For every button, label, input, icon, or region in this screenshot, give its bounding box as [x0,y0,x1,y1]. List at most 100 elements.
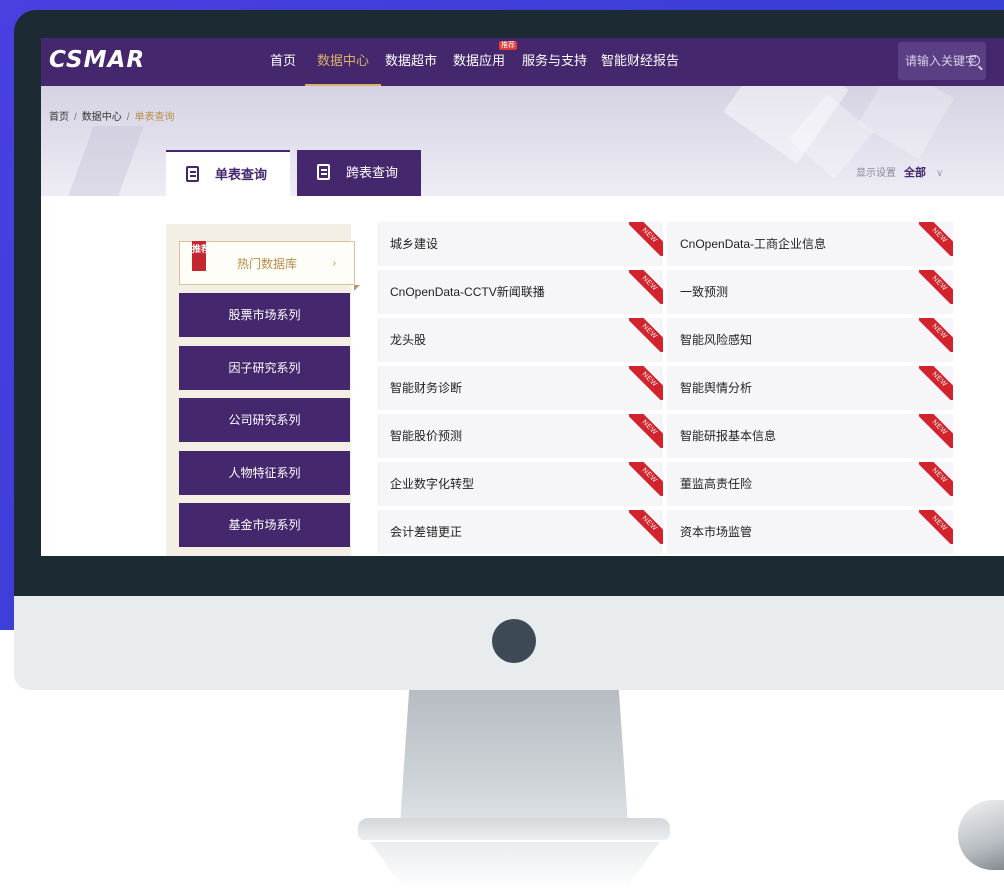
dataset-name: 龙头股 [390,333,427,347]
nav-item-data-market[interactable]: 数据超市 [385,38,437,86]
dataset-name: 智能研报基本信息 [680,429,777,443]
new-ribbon-label: NEW [919,414,953,448]
dataset-card[interactable]: 资本市场监管 NEW [667,510,953,554]
screen: CSMAR 首页 数据中心 数据超市 数据应用 推荐 服务与支持 智能财经报告 … [41,38,1004,556]
new-ribbon: NEW [919,462,953,496]
nav-item-data-center[interactable]: 数据中心 [305,38,382,86]
nav-item-service[interactable]: 服务与支持 [522,38,587,86]
nav-item-finance-report[interactable]: 智能财经报告 [601,38,679,86]
search-input[interactable]: 请输入关键字 [898,42,986,80]
new-ribbon: NEW [919,510,953,544]
new-ribbon-label: NEW [629,318,663,352]
dataset-name: 董监高责任险 [680,477,753,491]
category-hot-label: 热门数据库 [236,257,297,271]
new-ribbon: NEW [629,318,663,352]
new-ribbon: NEW [629,270,663,304]
new-ribbon-label: NEW [629,270,663,304]
new-ribbon: NEW [919,318,953,352]
recommend-badge: 推荐 [499,41,517,50]
new-ribbon-label: NEW [919,222,953,256]
dataset-name: 智能财务诊断 [390,381,463,395]
document-search-icon [317,164,330,180]
category-sidebar: 推荐 热门数据库 › 股票市场系列 因子研究系列 公司研究系列 人物特征系列 基… [166,224,360,556]
dataset-card[interactable]: 董监高责任险 NEW [667,462,953,506]
new-ribbon-label: NEW [629,462,663,496]
category-item[interactable]: 股票市场系列 [179,293,350,337]
display-setting-label: 显示设置 [856,168,896,179]
breadcrumb-separator: / [126,112,130,123]
dataset-card[interactable]: 智能研报基本信息 NEW [667,414,953,458]
dataset-card[interactable]: CnOpenData-工商企业信息 NEW [667,222,953,266]
dataset-name: 一致预测 [680,285,729,299]
badge-fold [354,285,360,291]
monitor-stand [400,690,628,824]
dataset-card[interactable]: 智能风险感知 NEW [667,318,953,362]
display-setting-value: 全部 [904,167,926,179]
breadcrumb-data-center[interactable]: 数据中心 [82,112,122,123]
banner-decoration [858,86,954,159]
new-ribbon: NEW [629,366,663,400]
new-ribbon: NEW [629,462,663,496]
display-setting-dropdown[interactable]: 显示设置 全部 ∨ [856,164,943,180]
dataset-name: 智能风险感知 [680,333,753,347]
new-ribbon-label: NEW [629,414,663,448]
category-item[interactable]: 基金市场系列 [179,503,350,547]
nav-item-data-application[interactable]: 数据应用 [453,38,505,86]
csmar-logo[interactable]: CSMAR [49,47,145,73]
breadcrumb-separator: / [74,112,77,123]
dataset-card[interactable]: CnOpenData-CCTV新闻联播 NEW [377,270,663,314]
dataset-card[interactable]: 一致预测 NEW [667,270,953,314]
chevron-right-icon: › [332,258,336,269]
dataset-card[interactable]: 企业数字化转型 NEW [377,462,663,506]
new-ribbon-label: NEW [919,318,953,352]
dataset-card[interactable]: 龙头股 NEW [377,318,663,362]
dataset-name: 智能舆情分析 [680,381,753,395]
new-ribbon: NEW [629,414,663,448]
chevron-down-icon: ∨ [936,168,944,179]
tab-single-query[interactable]: 单表查询 [166,150,290,196]
new-ribbon: NEW [629,510,663,544]
dataset-card[interactable]: 智能舆情分析 NEW [667,366,953,410]
dataset-card[interactable]: 会计差错更正 NEW [377,510,663,554]
new-ribbon: NEW [919,414,953,448]
category-item[interactable]: 人物特征系列 [179,451,350,495]
tab-cross-query[interactable]: 跨表查询 [297,150,421,196]
new-ribbon: NEW [919,366,953,400]
new-ribbon-label: NEW [629,222,663,256]
new-ribbon-label: NEW [919,462,953,496]
dataset-name: 会计差错更正 [390,525,463,539]
stand-reflection [370,842,660,890]
new-ribbon-label: NEW [629,510,663,544]
monitor-logo-dot [492,619,536,663]
dataset-name: 企业数字化转型 [390,477,475,491]
search-placeholder: 请输入关键字 [905,54,978,68]
breadcrumb-home[interactable]: 首页 [49,112,69,123]
dataset-card[interactable]: 城乡建设 NEW [377,222,663,266]
dataset-name: CnOpenData-CCTV新闻联播 [390,285,545,299]
search-icon[interactable] [969,55,980,66]
nav-item-home[interactable]: 首页 [270,38,296,86]
new-ribbon: NEW [919,222,953,256]
new-ribbon-label: NEW [919,366,953,400]
recommend-badge: 推荐 [192,241,210,271]
dataset-card[interactable]: 智能股价预测 NEW [377,414,663,458]
new-ribbon: NEW [629,222,663,256]
new-ribbon-label: NEW [629,366,663,400]
top-nav: CSMAR 首页 数据中心 数据超市 数据应用 推荐 服务与支持 智能财经报告 … [41,38,1004,86]
tab-single-query-label: 单表查询 [215,167,268,182]
dataset-name: 资本市场监管 [680,525,753,539]
dataset-name: 智能股价预测 [390,429,463,443]
dataset-name: 城乡建设 [390,237,439,251]
dataset-card[interactable]: 智能财务诊断 NEW [377,366,663,410]
category-item[interactable]: 因子研究系列 [179,346,350,390]
category-hot-databases[interactable]: 推荐 热门数据库 › [179,241,360,291]
new-ribbon-label: NEW [919,510,953,544]
tab-cross-query-label: 跨表查询 [346,165,399,180]
document-search-icon [186,166,199,182]
new-ribbon: NEW [919,270,953,304]
category-item[interactable]: 公司研究系列 [179,398,350,442]
breadcrumb-current: 单表查询 [134,112,175,123]
breadcrumb: 首页 / 数据中心 / 单表查询 [49,108,175,123]
monitor-stand-base [358,818,670,840]
banner-decoration [68,126,144,196]
